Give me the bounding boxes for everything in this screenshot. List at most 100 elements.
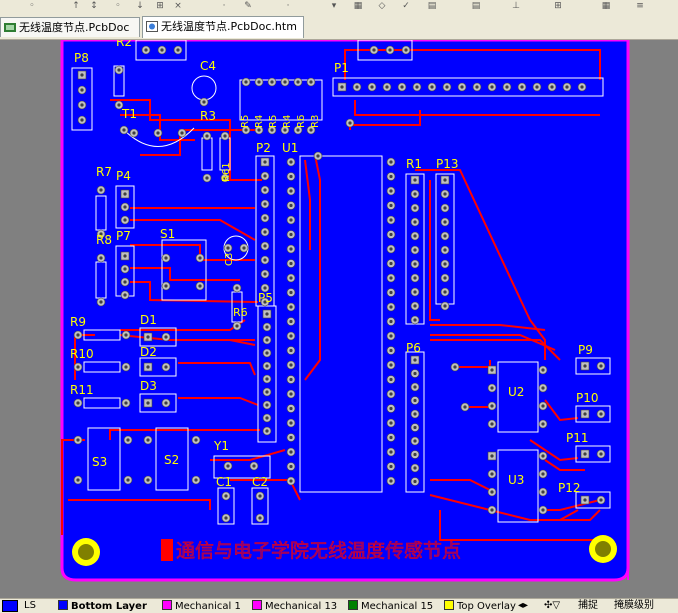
pad-hole bbox=[263, 258, 267, 262]
tab-pcbdoc-htm[interactable]: 无线温度节点.PcbDoc.htm bbox=[142, 16, 304, 38]
close-icon[interactable]: × bbox=[172, 1, 184, 12]
pad-hole bbox=[289, 479, 293, 483]
label-r3: R3 bbox=[200, 109, 216, 123]
pad-hole bbox=[460, 85, 464, 89]
label-r6b: R6 bbox=[233, 306, 248, 319]
toolbar-icon[interactable]: ✓ bbox=[400, 1, 412, 12]
toolbar-icon[interactable]: ⊥ bbox=[510, 1, 522, 12]
toolbar-icon[interactable]: ▦ bbox=[352, 1, 364, 12]
layer-label: Mechanical 1 bbox=[175, 601, 241, 612]
pad-hole bbox=[80, 103, 84, 107]
pad-hole bbox=[370, 85, 374, 89]
pad-hole bbox=[99, 188, 103, 192]
layer-tab-mechanical-13[interactable]: Mechanical 13 bbox=[252, 600, 337, 612]
pad-hole bbox=[309, 80, 313, 84]
layer-swatch bbox=[162, 600, 172, 610]
pad-hole bbox=[443, 220, 447, 224]
pad-hole bbox=[80, 88, 84, 92]
layer-tab-top-overlay[interactable]: Top Overlay bbox=[444, 600, 516, 612]
toolbar-icon[interactable]: ◦ bbox=[26, 1, 38, 12]
pad-hole bbox=[389, 160, 393, 164]
toolbar-icon[interactable]: ▤ bbox=[426, 1, 438, 12]
pad-hole bbox=[490, 386, 494, 390]
pad-hole bbox=[289, 290, 293, 295]
pad-hole bbox=[117, 68, 121, 72]
pad-hole bbox=[413, 304, 417, 308]
toolbar-icon[interactable]: ◇ bbox=[376, 1, 388, 12]
pcb-board-view[interactable]: R2 P8 C4 P1 T1 R3 P2 U1 R1 P13 R7 P4 R8 … bbox=[0, 40, 678, 598]
toolbar-icon[interactable]: ≡ bbox=[634, 1, 646, 12]
layer-tab-mechanical-15[interactable]: Mechanical 15 bbox=[348, 600, 433, 612]
pad-hole bbox=[257, 80, 261, 84]
pad-hole bbox=[463, 405, 467, 409]
toolbar-icon[interactable]: ▦ bbox=[600, 1, 612, 12]
layer-tab-mechanical-1[interactable]: Mechanical 1 bbox=[162, 600, 241, 612]
pad-hole bbox=[389, 218, 393, 222]
pad-hole bbox=[388, 48, 392, 52]
pad-hole bbox=[258, 516, 262, 520]
toolbar-icon[interactable]: · bbox=[218, 1, 230, 12]
pad-hole bbox=[400, 85, 404, 89]
pad-hole bbox=[389, 421, 393, 425]
pad-hole bbox=[146, 335, 150, 339]
pad-hole bbox=[289, 348, 293, 353]
pen-icon[interactable]: ✎ bbox=[242, 1, 254, 12]
pad-hole bbox=[404, 48, 408, 52]
tab-pcbdoc[interactable]: 无线温度节点.PcbDoc bbox=[0, 17, 140, 37]
pad-hole bbox=[76, 333, 80, 337]
pad-hole bbox=[263, 272, 267, 276]
pad-hole bbox=[144, 48, 148, 52]
pad-hole bbox=[389, 305, 393, 309]
pad-hole bbox=[283, 80, 287, 84]
snap-button[interactable]: 捕捉 bbox=[578, 600, 598, 612]
label-r5b: R5 bbox=[268, 115, 279, 128]
pad-hole bbox=[235, 324, 239, 328]
pad-hole bbox=[599, 452, 603, 456]
pad-hole bbox=[265, 351, 269, 355]
pad-hole bbox=[265, 429, 269, 433]
pad-hole bbox=[413, 178, 417, 182]
pad-hole bbox=[309, 128, 313, 132]
pad-hole bbox=[263, 188, 267, 192]
toolbar-icon[interactable]: ↑ bbox=[70, 1, 82, 12]
pad-hole bbox=[198, 256, 202, 260]
pad-hole bbox=[389, 247, 393, 251]
pad-hole bbox=[296, 128, 300, 132]
pad-hole bbox=[205, 176, 209, 180]
pad-hole bbox=[413, 206, 417, 210]
pad-hole bbox=[355, 85, 359, 89]
pad-hole bbox=[490, 85, 494, 89]
pad-hole bbox=[289, 464, 293, 469]
label-s2: S2 bbox=[164, 453, 179, 467]
pad-hole bbox=[160, 48, 164, 52]
layer-tab-bottom[interactable]: Bottom Layer bbox=[58, 600, 147, 612]
pad-hole bbox=[541, 454, 545, 458]
layer-set-button[interactable]: LS bbox=[24, 600, 36, 612]
layer-color-swatch[interactable] bbox=[2, 600, 18, 612]
layer-scroll-arrows-icon[interactable]: ◂▸ bbox=[518, 600, 528, 612]
snap-icon[interactable]: ✣▽ bbox=[544, 600, 560, 612]
pad-hole bbox=[289, 319, 293, 324]
pad-hole bbox=[430, 85, 434, 89]
label-d2: D2 bbox=[140, 345, 157, 359]
toolbar-icon[interactable]: · bbox=[282, 1, 294, 12]
label-u3: U3 bbox=[508, 473, 524, 487]
toolbar-icon[interactable]: ◦ bbox=[112, 1, 124, 12]
mask-level-button[interactable]: 掩膜级别 bbox=[614, 600, 654, 612]
pad-hole bbox=[123, 267, 127, 271]
pcb-canvas[interactable]: R2 P8 C4 P1 T1 R3 P2 U1 R1 P13 R7 P4 R8 … bbox=[0, 40, 678, 598]
pad-hole bbox=[550, 85, 554, 89]
toolbar-icon[interactable]: ↕ bbox=[88, 1, 100, 12]
pad-hole bbox=[270, 128, 274, 132]
toolbar-icon[interactable]: ⊞ bbox=[552, 1, 564, 12]
label-r3b: R3 bbox=[310, 115, 321, 128]
toolbar-icon[interactable]: ▤ bbox=[470, 1, 482, 12]
toolbar-icon[interactable]: ▾ bbox=[328, 1, 340, 12]
pad-hole bbox=[389, 261, 393, 266]
toolbar-icon[interactable]: ↓ bbox=[134, 1, 146, 12]
pad-hole bbox=[124, 401, 128, 405]
toolbar-icon[interactable]: ⊞ bbox=[154, 1, 166, 12]
pad-hole bbox=[583, 412, 587, 416]
label-r2: R2 bbox=[116, 40, 132, 49]
pad-hole bbox=[122, 128, 126, 132]
